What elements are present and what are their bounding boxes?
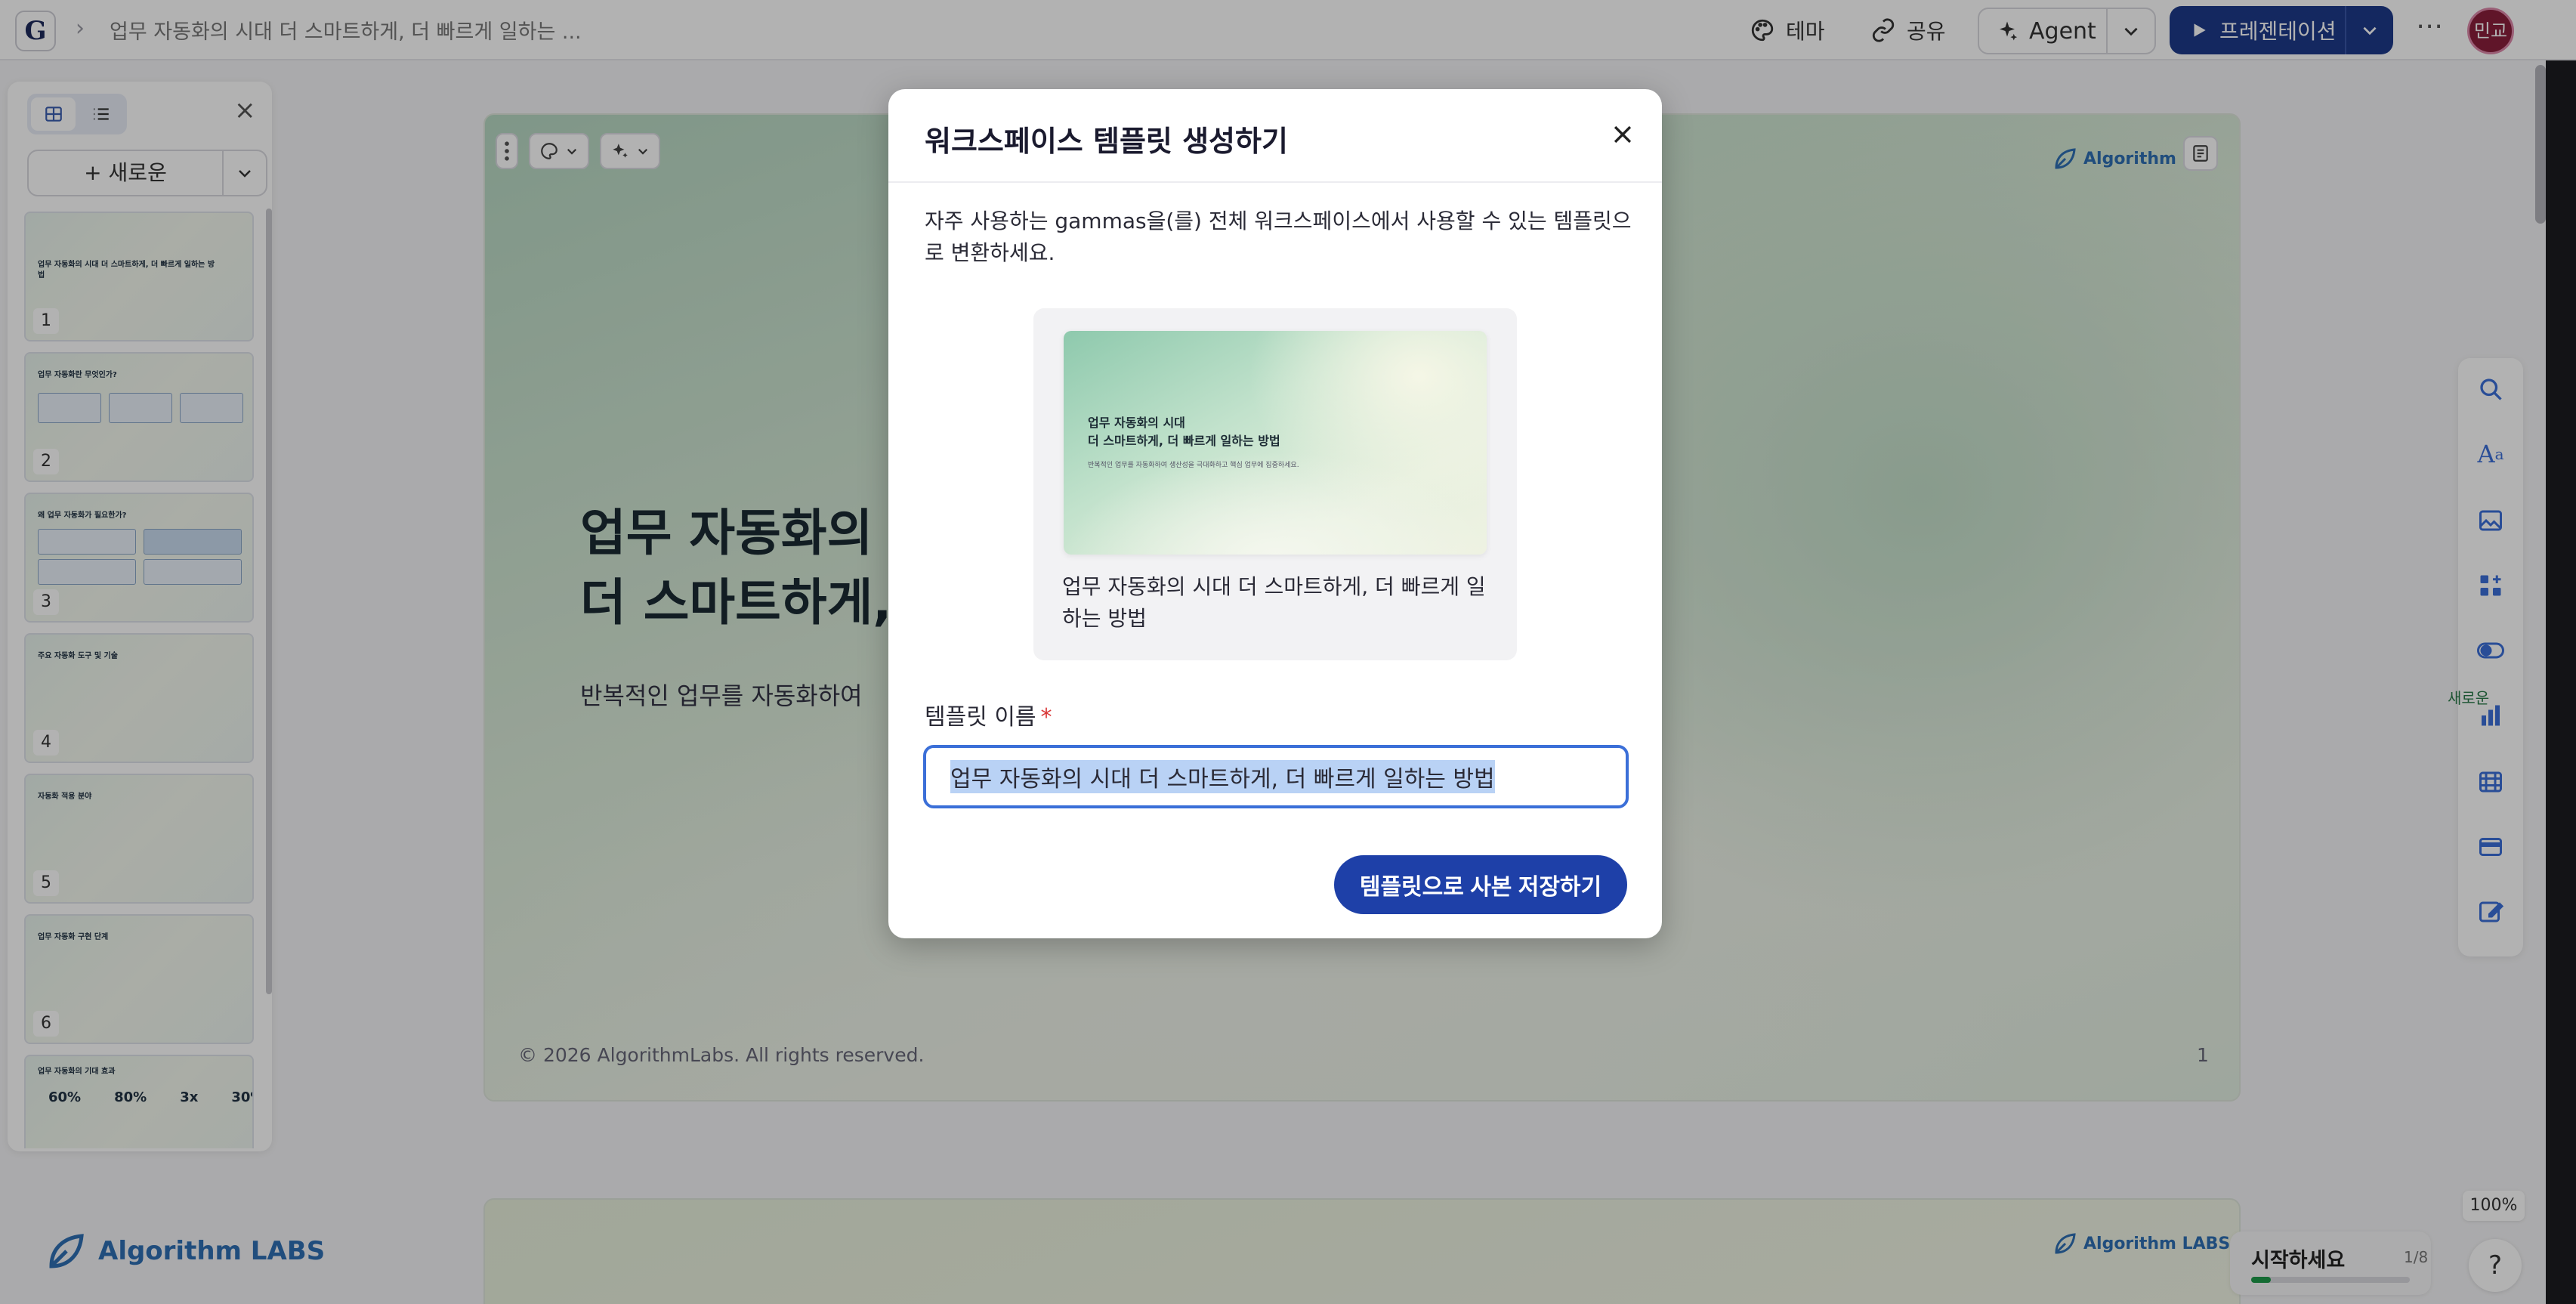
create-template-dialog: 워크스페이스 템플릿 생성하기 자주 사용하는 gammas을(를) 전체 워크… <box>888 89 1662 938</box>
preview-slide-title: 업무 자동화의 시대 더 스마트하게, 더 빠르게 일하는 방법 <box>1088 414 1280 450</box>
dialog-title: 워크스페이스 템플릿 생성하기 <box>925 125 1288 158</box>
preview-title-line: 업무 자동화의 시대 <box>1088 416 1185 430</box>
template-preview-caption: 업무 자동화의 시대 더 스마트하게, 더 빠르게 일하는 방법 <box>1062 574 1486 631</box>
template-name-label: 템플릿 이름 * <box>925 698 1052 731</box>
save-as-template-button[interactable]: 템플릿으로 사본 저장하기 <box>1334 855 1627 914</box>
template-name-label-text: 템플릿 이름 <box>925 704 1036 731</box>
preview-title-line: 더 스마트하게, 더 빠르게 일하는 방법 <box>1088 434 1280 448</box>
preview-slide-subtitle: 반복적인 업무를 자동화하여 생산성을 극대화하고 핵심 업무에 집중하세요. <box>1088 462 1299 469</box>
template-preview-image: 업무 자동화의 시대 더 스마트하게, 더 빠르게 일하는 방법 반복적인 업무… <box>1064 331 1487 555</box>
dialog-header: 워크스페이스 템플릿 생성하기 <box>888 89 1662 183</box>
template-preview-card: 업무 자동화의 시대 더 스마트하게, 더 빠르게 일하는 방법 반복적인 업무… <box>1033 308 1517 660</box>
dialog-description: 자주 사용하는 gammas을(를) 전체 워크스페이스에서 사용할 수 있는 … <box>925 209 1632 265</box>
template-name-input[interactable] <box>923 745 1629 808</box>
required-indicator: * <box>1040 704 1052 731</box>
close-icon[interactable] <box>1600 112 1645 157</box>
